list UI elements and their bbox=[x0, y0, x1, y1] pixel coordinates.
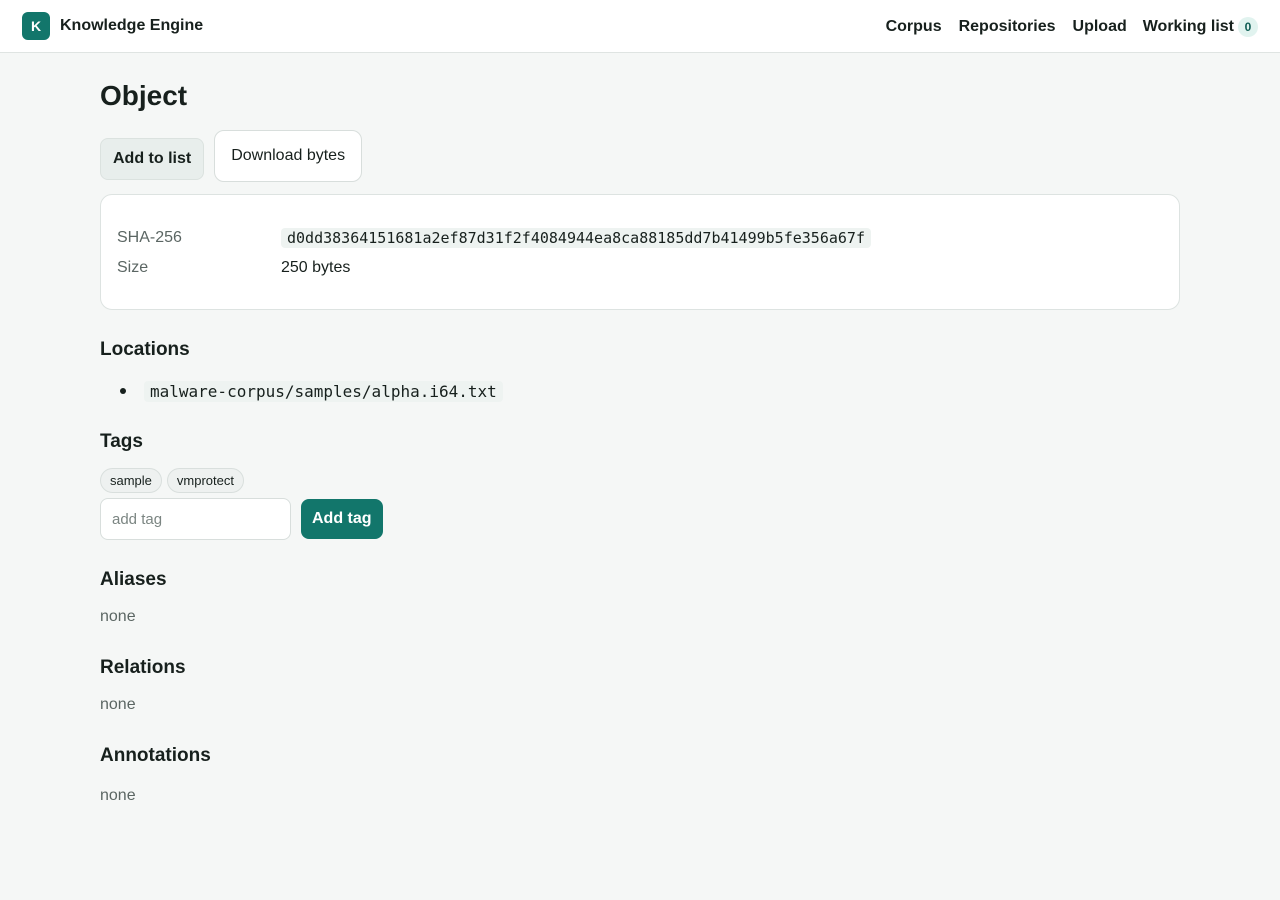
sha256-value: d0dd38364151681a2ef87d31f2f4084944ea8ca8… bbox=[281, 228, 871, 248]
relations-heading: Relations bbox=[100, 657, 186, 678]
nav-link-working-list[interactable]: Working list 0 bbox=[1142, 16, 1258, 37]
object-actions: Add to list Download bytes bbox=[100, 130, 363, 182]
brand[interactable]: K Knowledge Engine bbox=[22, 12, 203, 40]
annotations-heading: Annotations bbox=[100, 745, 211, 766]
add-to-list-button[interactable]: Add to list bbox=[100, 137, 205, 180]
list-item: malware-corpus/samples/alpha.i64.txt bbox=[120, 378, 503, 404]
nav-link-upload[interactable]: Upload bbox=[1073, 18, 1127, 36]
brand-name: Knowledge Engine bbox=[60, 17, 204, 34]
working-list-label: Working list bbox=[1142, 17, 1234, 35]
nav-link-corpus[interactable]: Corpus bbox=[886, 18, 942, 36]
download-bytes-button[interactable]: Download bytes bbox=[214, 130, 363, 182]
brand-logo-icon: K bbox=[22, 12, 50, 40]
object-details-card: SHA-256 d0dd38364151681a2ef87d31f2f40849… bbox=[100, 194, 1180, 310]
relations-empty: none bbox=[100, 696, 136, 713]
sha256-label: SHA-256 bbox=[117, 229, 182, 246]
locations-heading: Locations bbox=[100, 339, 190, 360]
add-tag-form: Add tag bbox=[100, 498, 383, 540]
tag-list: sample vmprotect bbox=[100, 468, 249, 493]
size-row: Size 250 bytes bbox=[117, 256, 350, 280]
top-nav-bar: K Knowledge Engine Corpus Repositories U… bbox=[0, 0, 1280, 53]
add-tag-input[interactable] bbox=[100, 498, 291, 540]
annotations-empty: none bbox=[100, 787, 136, 804]
add-tag-button[interactable]: Add tag bbox=[301, 499, 383, 539]
location-path[interactable]: malware-corpus/samples/alpha.i64.txt bbox=[144, 380, 503, 402]
aliases-heading: Aliases bbox=[100, 569, 167, 590]
main-nav: Corpus Repositories Upload Working list … bbox=[886, 0, 1258, 53]
locations-list: malware-corpus/samples/alpha.i64.txt bbox=[120, 378, 503, 404]
working-list-count-badge: 0 bbox=[1238, 16, 1258, 37]
aliases-empty: none bbox=[100, 608, 136, 625]
tag-chip-sample[interactable]: sample bbox=[100, 468, 162, 493]
size-label: Size bbox=[117, 259, 149, 276]
page-title: Object bbox=[100, 80, 188, 111]
tags-heading: Tags bbox=[100, 431, 143, 452]
size-value: 250 bytes bbox=[281, 259, 351, 276]
sha256-row: SHA-256 d0dd38364151681a2ef87d31f2f40849… bbox=[117, 226, 871, 250]
bullet-icon bbox=[120, 388, 126, 394]
nav-link-repositories[interactable]: Repositories bbox=[959, 18, 1056, 36]
tag-chip-vmprotect[interactable]: vmprotect bbox=[166, 468, 244, 493]
